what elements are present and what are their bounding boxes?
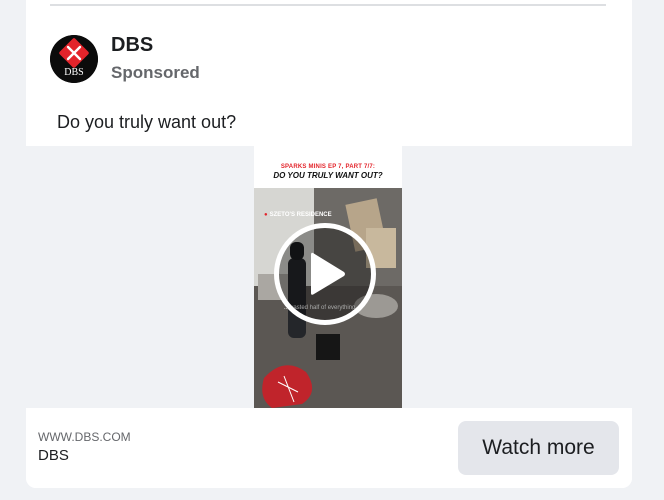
play-button[interactable] <box>274 223 376 325</box>
play-icon <box>311 252 345 295</box>
video-location: SZETO'S RESIDENCE <box>269 212 332 218</box>
dbs-logo-icon: DBS <box>50 35 98 83</box>
location-pin-icon: ● <box>264 212 268 218</box>
advertiser-avatar[interactable]: DBS <box>50 35 98 83</box>
video-title-banner: SPARKS MINIS EP 7, PART 7/7: DO YOU TRUL… <box>254 146 402 188</box>
video-title: DO YOU TRULY WANT OUT? <box>273 171 383 180</box>
link-preview-bar[interactable]: WWW.DBS.COM DBS Watch more <box>26 408 632 488</box>
top-divider <box>50 4 606 6</box>
link-title: DBS <box>38 447 69 464</box>
video-player[interactable]: SPARKS MINIS EP 7, PART 7/7: DO YOU TRUL… <box>254 146 402 408</box>
post-text: Do you truly want out? <box>57 112 237 132</box>
link-domain: WWW.DBS.COM <box>38 430 131 444</box>
sponsored-label[interactable]: Sponsored <box>111 63 200 83</box>
sponsored-post-card: DBS DBS Sponsored Do you truly want out? <box>26 0 632 488</box>
video-location-tag: ● SZETO'S RESIDENCE <box>264 212 332 218</box>
video-kicker: SPARKS MINIS EP 7, PART 7/7: <box>280 164 376 170</box>
advertiser-name[interactable]: DBS <box>111 34 153 57</box>
media-area: SPARKS MINIS EP 7, PART 7/7: DO YOU TRUL… <box>26 146 632 408</box>
watch-more-button[interactable]: Watch more <box>458 421 619 475</box>
logo-text: DBS <box>64 67 83 78</box>
